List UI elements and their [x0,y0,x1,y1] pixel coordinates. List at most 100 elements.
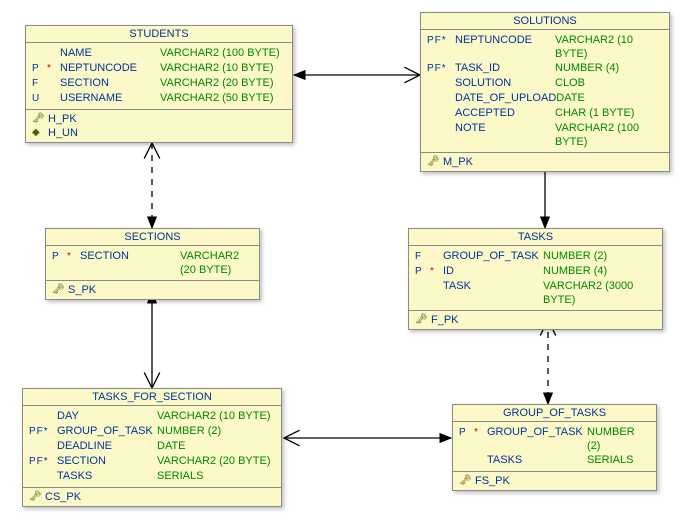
column-type: VARCHAR2 (10 BYTE) [555,33,663,61]
column-flags [29,470,57,484]
key-row: 🗝CS_PK [29,490,275,504]
entity-group-of-tasks[interactable]: GROUP_OF_TASKS P *GROUP_OF_TASKNUMBER (2… [452,404,657,491]
column-type: NUMBER (2) [587,425,650,453]
column-type: NUMBER (4) [543,264,656,278]
column-flags: PF* [427,62,455,76]
column-name: NEPTUNCODE [60,61,160,75]
column-name: TASK_ID [455,61,555,75]
column-type: CLOB [555,76,663,90]
column-flags [459,454,487,468]
entity-keys: 🗝FS_PK [453,472,656,490]
entity-columns: NAMEVARCHAR2 (100 BYTE)P *NEPTUNCODEVARC… [26,43,292,110]
column-type: VARCHAR2 (100 BYTE) [160,46,286,60]
column-row: DATE_OF_UPLOADDATE [427,91,663,106]
column-row: PF*GROUP_OF_TASKNUMBER (2) [29,424,275,439]
column-row: F SECTIONVARCHAR2 (20 BYTE) [32,76,286,91]
column-flags: P * [52,250,80,264]
column-type: VARCHAR2 (20 BYTE) [180,249,253,277]
key-name: H_UN [48,126,78,140]
column-row: P *SECTIONVARCHAR2 (20 BYTE) [52,249,253,277]
column-name: GROUP_OF_TASK [443,249,543,263]
column-flags: PF* [427,34,455,48]
entity-keys: 🗝H_PK◆H_UN [26,110,292,142]
entity-keys: 🗝M_PK [421,153,669,171]
column-name: SOLUTION [455,76,555,90]
column-type: SERIALS [587,453,650,467]
key-name: S_PK [68,283,96,297]
column-name: NOTE [455,121,555,135]
key-row: 🗝FS_PK [459,474,650,488]
key-icon: 🗝 [29,490,45,504]
entity-tasks[interactable]: TASKS F GROUP_OF_TASKNUMBER (2)P *IDNUMB… [408,228,663,330]
column-name: TASKS [57,469,157,483]
column-flags [32,47,60,61]
column-row: P *IDNUMBER (4) [415,264,656,279]
entity-title: GROUP_OF_TASKS [453,405,656,422]
entity-title: TASKS_FOR_SECTION [23,389,281,406]
column-row: TASKVARCHAR2 (3000 BYTE) [415,279,656,307]
key-name: H_PK [48,112,77,126]
column-flags: PF* [29,425,57,439]
column-row: NOTEVARCHAR2 (100 BYTE) [427,121,663,149]
column-flags [427,107,455,121]
column-flags: F [415,250,443,264]
entity-tasks-for-section[interactable]: TASKS_FOR_SECTION DAYVARCHAR2 (10 BYTE)P… [22,388,282,507]
column-row: PF*SECTIONVARCHAR2 (20 BYTE) [29,454,275,469]
entity-title: SECTIONS [46,229,259,246]
column-flags: PF* [29,455,57,469]
entity-title: TASKS [409,229,662,246]
column-row: DEADLINEDATE [29,439,275,454]
column-name: GROUP_OF_TASK [57,424,157,438]
column-name: GROUP_OF_TASK [487,425,587,439]
column-row: ACCEPTEDCHAR (1 BYTE) [427,106,663,121]
column-name: DEADLINE [57,439,157,453]
column-row: TASKSSERIALS [459,453,650,468]
column-row: PF*TASK_IDNUMBER (4) [427,61,663,76]
entity-keys: 🗝CS_PK [23,488,281,506]
entity-columns: DAYVARCHAR2 (10 BYTE)PF*GROUP_OF_TASKNUM… [23,406,281,488]
key-row: 🗝S_PK [52,283,253,297]
column-name: DATE_OF_UPLOAD [455,91,556,105]
column-name: DAY [57,409,157,423]
column-row: PF*NEPTUNCODEVARCHAR2 (10 BYTE) [427,33,663,61]
column-row: P *NEPTUNCODEVARCHAR2 (10 BYTE) [32,61,286,76]
key-icon: 🗝 [427,155,443,169]
key-name: CS_PK [45,490,81,504]
column-flags [29,410,57,424]
key-row: 🗝F_PK [415,313,656,327]
column-name: SECTION [80,249,180,263]
entity-solutions[interactable]: SOLUTIONS PF*NEPTUNCODEVARCHAR2 (10 BYTE… [420,12,670,172]
key-icon: 🗝 [415,313,431,327]
key-row: 🗝M_PK [427,155,663,169]
column-type: VARCHAR2 (3000 BYTE) [543,279,656,307]
entity-columns: F GROUP_OF_TASKNUMBER (2)P *IDNUMBER (4)… [409,246,662,311]
column-name: ACCEPTED [455,106,555,120]
entity-title: SOLUTIONS [421,13,669,30]
column-type: DATE [556,91,663,105]
entity-students[interactable]: STUDENTS NAMEVARCHAR2 (100 BYTE)P *NEPTU… [25,25,293,143]
key-row: 🗝H_PK [32,112,286,126]
column-name: TASKS [487,453,587,467]
column-type: NUMBER (2) [157,424,275,438]
column-flags: P * [459,426,487,440]
column-row: TASKSSERIALS [29,469,275,484]
column-type: VARCHAR2 (10 BYTE) [160,61,286,75]
column-name: NAME [60,46,160,60]
entity-sections[interactable]: SECTIONS P *SECTIONVARCHAR2 (20 BYTE) 🗝S… [45,228,260,300]
key-name: F_PK [431,313,459,327]
key-row: ◆H_UN [32,126,286,140]
key-icon: ◆ [32,126,48,140]
column-type: SERIALS [157,469,275,483]
column-flags [415,280,443,294]
column-name: SECTION [57,454,157,468]
column-row: U USERNAMEVARCHAR2 (50 BYTE) [32,91,286,106]
column-row: F GROUP_OF_TASKNUMBER (2) [415,249,656,264]
column-name: NEPTUNCODE [455,33,555,47]
column-name: ID [443,264,543,278]
key-icon: 🗝 [32,112,48,126]
column-type: VARCHAR2 (50 BYTE) [160,91,286,105]
column-name: USERNAME [60,91,160,105]
column-type: NUMBER (2) [543,249,656,263]
column-type: VARCHAR2 (10 BYTE) [157,409,275,423]
column-row: DAYVARCHAR2 (10 BYTE) [29,409,275,424]
